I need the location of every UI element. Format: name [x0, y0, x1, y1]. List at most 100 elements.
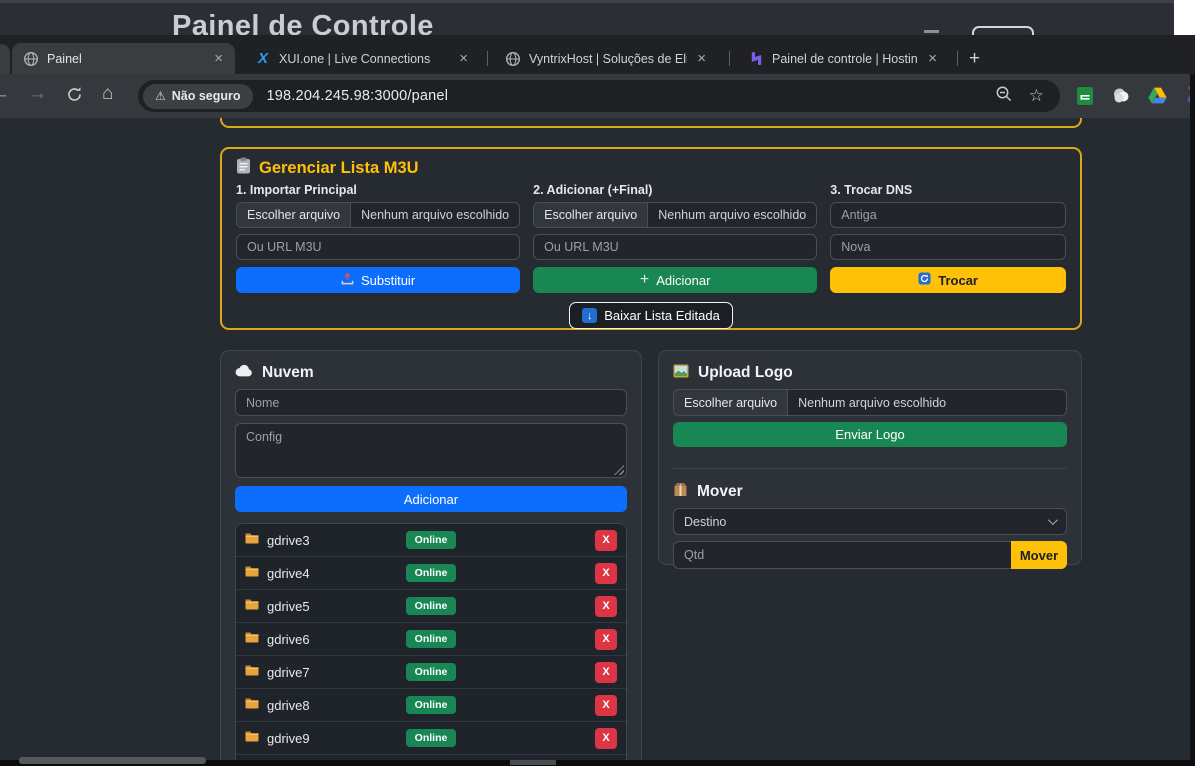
logo-card-title: Upload Logo	[698, 364, 793, 382]
logo-file-input[interactable]: Escolher arquivo Nenhum arquivo escolhid…	[673, 389, 1067, 416]
drive-remove-button[interactable]: X	[595, 563, 617, 584]
drive-remove-button[interactable]: X	[595, 662, 617, 683]
browser-toolbar: ← → ⌂ ⚠ Não seguro 198.204.245.98:3000/p…	[0, 74, 1195, 118]
drive-remove-button[interactable]: X	[595, 629, 617, 650]
append-file-input[interactable]: Escolher arquivo Nenhum arquivo escolhid…	[533, 202, 817, 228]
address-bar[interactable]: ⚠ Não seguro 198.204.245.98:3000/panel ☆	[138, 80, 1060, 112]
close-icon[interactable]: ×	[926, 51, 939, 66]
folder-icon	[245, 597, 259, 615]
mover-section-title: Mover	[697, 483, 743, 501]
clipboard-icon	[236, 157, 251, 179]
drive-row: gdrive8 Online X	[236, 689, 626, 722]
file-choose-button[interactable]: Escolher arquivo	[237, 203, 351, 227]
warning-icon: ⚠	[155, 89, 166, 103]
file-choose-button[interactable]: Escolher arquivo	[534, 203, 648, 227]
drive-remove-button[interactable]: X	[595, 596, 617, 617]
drive-name: gdrive4	[267, 566, 310, 581]
background-window-strip: Painel de Controle	[0, 0, 1174, 35]
resize-grip-icon[interactable]	[614, 465, 624, 475]
substituir-label: Substituir	[361, 273, 415, 288]
file-status-text: Nenhum arquivo escolhido	[648, 208, 816, 222]
cloud-adicionar-button[interactable]: Adicionar	[235, 486, 627, 512]
sheets-extension-icon[interactable]	[1074, 85, 1095, 106]
bottom-scrollbar-thumb[interactable]	[19, 757, 206, 764]
zoom-out-icon[interactable]	[995, 85, 1013, 108]
file-choose-button[interactable]: Escolher arquivo	[674, 390, 788, 415]
tab-label: XUI.one | Live Connections	[279, 52, 449, 66]
hostinger-favicon-icon	[748, 51, 764, 67]
close-icon[interactable]: ×	[212, 51, 225, 66]
append-section-label: 2. Adicionar (+Final)	[533, 183, 817, 197]
drive-remove-button[interactable]: X	[595, 728, 617, 749]
drive-status-badge: Online	[406, 663, 457, 681]
destination-select[interactable]: Destino	[673, 508, 1067, 535]
drive-status-badge: Online	[406, 696, 457, 714]
baixar-lista-button[interactable]: ↓ Baixar Lista Editada	[569, 302, 733, 329]
import-section-label: 1. Importar Principal	[236, 183, 520, 197]
drive-extension-icon[interactable]	[1147, 85, 1168, 106]
drive-status-badge: Online	[406, 531, 457, 549]
circles-extension-icon[interactable]	[1111, 85, 1132, 106]
bookmark-star-icon[interactable]: ☆	[1029, 86, 1044, 106]
dns-column: 3. Trocar DNS Trocar	[830, 181, 1066, 293]
card-divider	[673, 468, 1067, 469]
globe-icon	[505, 51, 521, 67]
import-url-input[interactable]	[236, 234, 520, 260]
window-right-edge	[1190, 74, 1195, 766]
import-file-input[interactable]: Escolher arquivo Nenhum arquivo escolhid…	[236, 202, 520, 228]
close-icon[interactable]: ×	[695, 51, 708, 66]
folder-icon	[245, 531, 259, 549]
qty-input[interactable]	[673, 541, 1011, 569]
new-tab-button[interactable]: +	[969, 49, 980, 68]
chevron-down-icon	[1048, 515, 1058, 525]
tab-label: VyntrixHost | Soluções de Elite	[529, 52, 687, 66]
cloud-card: Nuvem Config Adicionar gdrive3 Online X	[220, 350, 642, 766]
file-status-text: Nenhum arquivo escolhido	[351, 208, 519, 222]
drive-remove-button[interactable]: X	[595, 695, 617, 716]
drive-name: gdrive5	[267, 599, 310, 614]
drive-row: gdrive6 Online X	[236, 623, 626, 656]
forward-icon[interactable]: →	[28, 83, 47, 105]
cloud-name-input[interactable]	[235, 389, 627, 416]
m3u-card-title: Gerenciar Lista M3U	[259, 159, 419, 178]
cloud-adicionar-label: Adicionar	[404, 492, 458, 507]
mover-button[interactable]: Mover	[1011, 541, 1067, 569]
background-window-edge	[0, 0, 1174, 3]
drive-name: gdrive6	[267, 632, 310, 647]
back-icon[interactable]: ←	[0, 83, 10, 105]
tab-bar: Painel × X XUI.one | Live Connections × …	[0, 35, 1195, 74]
close-icon[interactable]: ×	[457, 51, 470, 66]
drive-row: gdrive5 Online X	[236, 590, 626, 623]
url-text[interactable]: 198.204.245.98:3000/panel	[267, 88, 449, 104]
enviar-logo-button[interactable]: Enviar Logo	[673, 422, 1067, 447]
dns-old-input[interactable]	[830, 202, 1066, 228]
xui-favicon-icon: X	[255, 51, 271, 67]
background-outlined-button[interactable]	[972, 26, 1034, 35]
drive-row: gdrive7 Online X	[236, 656, 626, 689]
drive-row: gdrive9 Online X	[236, 722, 626, 755]
drive-row: gdrive4 Online X	[236, 557, 626, 590]
append-url-input[interactable]	[533, 234, 817, 260]
substituir-button[interactable]: Substituir	[236, 267, 520, 293]
trocar-button[interactable]: Trocar	[830, 267, 1066, 293]
dns-new-input[interactable]	[830, 234, 1066, 260]
tab-vyntrixhost[interactable]: VyntrixHost | Soluções de Elite ×	[494, 43, 718, 74]
globe-icon	[23, 51, 39, 67]
adicionar-final-button[interactable]: + Adicionar	[533, 267, 817, 293]
m3u-manager-card: Gerenciar Lista M3U 1. Importar Principa…	[220, 147, 1082, 330]
tab-painel[interactable]: Painel ×	[12, 43, 235, 74]
import-column: 1. Importar Principal Escolher arquivo N…	[236, 181, 520, 293]
refresh-icon	[918, 272, 931, 288]
tab-xui[interactable]: X XUI.one | Live Connections ×	[244, 43, 480, 74]
download-icon: ↓	[582, 308, 597, 323]
screen: Painel de Controle Painel × X XUI.one | …	[0, 0, 1195, 766]
reload-icon[interactable]	[66, 86, 83, 109]
home-icon[interactable]: ⌂	[102, 83, 113, 105]
trocar-label: Trocar	[938, 273, 978, 288]
security-badge[interactable]: ⚠ Não seguro	[143, 84, 253, 109]
bottom-scrollbar-thumb-small[interactable]	[510, 760, 556, 765]
baixar-lista-label: Baixar Lista Editada	[604, 308, 720, 323]
drive-remove-button[interactable]: X	[595, 530, 617, 551]
cloud-config-textarea[interactable]: Config	[235, 423, 627, 478]
tab-hostinger[interactable]: Painel de controle | Hostinger ×	[737, 43, 949, 74]
